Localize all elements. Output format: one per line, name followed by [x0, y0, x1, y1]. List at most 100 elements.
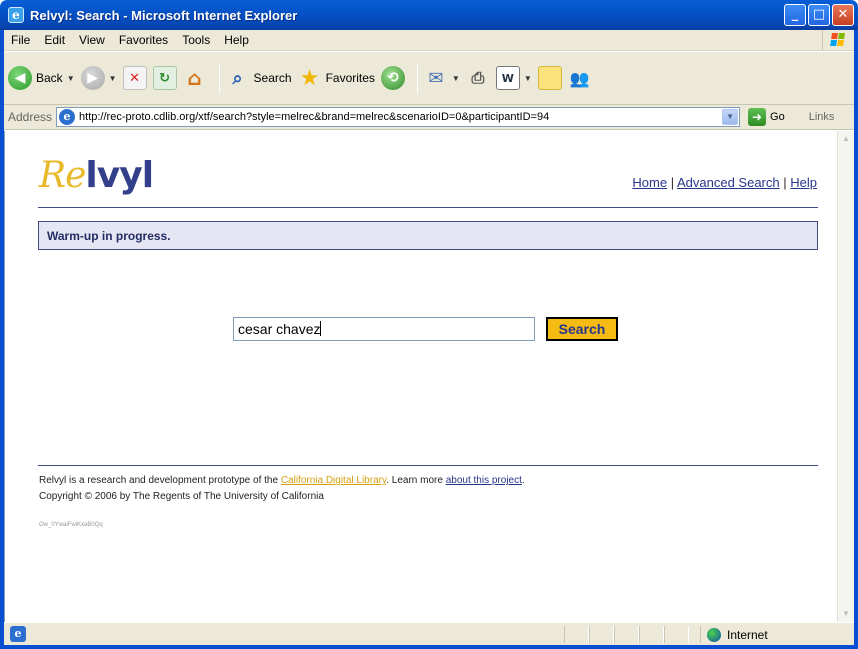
window-title: Relvyl: Search - Microsoft Internet Expl…	[30, 7, 298, 23]
page-status-icon: e	[10, 626, 26, 642]
window-controls: _ □ ✕	[784, 4, 854, 26]
messenger-icon: 👥	[569, 68, 590, 88]
search-input-value: cesar chavez	[238, 321, 321, 337]
go-arrow-icon: ➜	[748, 108, 767, 126]
menu-bar: File Edit View Favorites Tools Help	[4, 30, 854, 51]
page-icon: e	[59, 109, 76, 125]
go-label: Go	[770, 111, 785, 123]
address-dropdown-icon[interactable]: ▼	[722, 109, 739, 125]
status-pane	[664, 626, 689, 643]
forward-dropdown-icon[interactable]: ▼	[109, 74, 117, 83]
toolbar-separator	[416, 63, 418, 93]
advanced-search-link[interactable]: Advanced Search	[677, 175, 780, 190]
status-bar: e Internet	[4, 622, 854, 645]
discuss-button[interactable]	[537, 58, 562, 98]
menu-edit[interactable]: Edit	[37, 33, 72, 47]
mail-icon: ✉	[428, 67, 444, 89]
edit-dropdown-icon[interactable]: ▼	[524, 74, 532, 83]
text-caret	[320, 321, 322, 336]
menu-view[interactable]: View	[72, 33, 112, 47]
relvyl-logo[interactable]: Relvyl	[39, 155, 154, 196]
messenger-button[interactable]: 👥	[568, 58, 592, 98]
nav-separator: |	[783, 175, 787, 190]
about-project-link[interactable]: about this project	[446, 475, 522, 486]
address-url: http://rec-proto.cdlib.org/xtf/search?st…	[79, 111, 550, 123]
note-icon	[537, 66, 562, 90]
refresh-button[interactable]: ↻	[152, 58, 177, 98]
history-icon: ⟲	[380, 66, 405, 90]
mail-button[interactable]: ✉ ▼	[424, 58, 460, 98]
magnifier-icon: ⌕	[232, 67, 243, 89]
scroll-up-icon[interactable]: ▲	[838, 131, 854, 147]
globe-icon	[707, 627, 721, 642]
toolbar-separator	[218, 63, 220, 93]
status-panes	[564, 626, 689, 643]
nav-separator: |	[670, 175, 675, 190]
printer-icon: ⎙	[471, 68, 485, 87]
ie-icon: e	[8, 7, 24, 23]
logo-suffix: lvyl	[85, 155, 154, 196]
standard-toolbar: ◀ Back ▼ ▶ ▼ ✕ ↻ ⌂ ⌕ Search ★ Favorites …	[4, 51, 854, 105]
back-dropdown-icon[interactable]: ▼	[67, 74, 75, 83]
status-pane	[614, 626, 639, 643]
top-nav: Home | Advanced Search | Help	[632, 175, 817, 190]
back-button[interactable]: ◀ Back ▼	[8, 58, 75, 98]
menu-tools[interactable]: Tools	[175, 33, 217, 47]
footer-rule	[38, 465, 818, 466]
scroll-down-icon[interactable]: ▼	[838, 606, 854, 622]
vertical-scrollbar[interactable]: ▲ ▼	[837, 131, 854, 622]
address-bar: Address e http://rec-proto.cdlib.org/xtf…	[4, 105, 854, 130]
logo-prefix: Re	[39, 155, 86, 196]
search-input[interactable]: cesar chavez	[233, 317, 535, 341]
search-toolbar-button[interactable]: ⌕ Search	[226, 58, 292, 98]
mail-dropdown-icon[interactable]: ▼	[452, 74, 460, 83]
cdl-link[interactable]: California Digital Library	[281, 475, 386, 486]
menu-help[interactable]: Help	[217, 33, 256, 47]
history-button[interactable]: ⟲	[380, 58, 405, 98]
footer-text: . Learn more	[386, 475, 446, 486]
header-rule	[38, 207, 818, 208]
favorites-label: Favorites	[325, 71, 375, 85]
help-link[interactable]: Help	[790, 175, 817, 190]
home-icon: ⌂	[187, 66, 202, 90]
stop-button[interactable]: ✕	[122, 58, 147, 98]
footer: Relvyl is a research and development pro…	[39, 473, 525, 505]
home-button[interactable]: ⌂	[183, 58, 207, 98]
security-zone[interactable]: Internet	[700, 626, 768, 643]
favorites-button[interactable]: ★ Favorites	[298, 58, 375, 98]
word-icon: W	[495, 66, 520, 90]
title-bar[interactable]: e Relvyl: Search - Microsoft Internet Ex…	[0, 0, 858, 30]
footer-line-1: Relvyl is a research and development pro…	[39, 473, 525, 489]
search-toolbar-label: Search	[253, 71, 292, 85]
windows-logo-icon	[822, 30, 852, 50]
forward-arrow-icon: ▶	[80, 66, 105, 90]
window-frame-right	[854, 30, 858, 649]
star-icon: ★	[299, 65, 320, 91]
address-label: Address	[8, 110, 53, 124]
zone-label: Internet	[727, 627, 768, 642]
copyright: Copyright © 2006 by The Regents of The U…	[39, 491, 324, 502]
status-pane	[564, 626, 589, 643]
footer-text: Relvyl is a research and development pro…	[39, 475, 281, 486]
footer-text: .	[521, 475, 525, 486]
home-link[interactable]: Home	[632, 175, 667, 190]
minimize-button[interactable]: _	[784, 4, 806, 26]
back-arrow-icon: ◀	[8, 66, 32, 90]
edit-button[interactable]: W ▼	[495, 58, 532, 98]
search-button[interactable]: Search	[546, 317, 618, 341]
menu-file[interactable]: File	[4, 33, 37, 47]
stop-icon: ✕	[122, 66, 147, 90]
status-pane	[589, 626, 614, 643]
refresh-icon: ↻	[152, 66, 177, 90]
forward-button[interactable]: ▶ ▼	[80, 58, 117, 98]
links-button[interactable]: Links	[809, 111, 835, 123]
print-button[interactable]: ⎙	[466, 58, 490, 98]
go-button[interactable]: ➜ Go	[748, 108, 785, 126]
menu-favorites[interactable]: Favorites	[112, 33, 175, 47]
address-input[interactable]: e http://rec-proto.cdlib.org/xtf/search?…	[56, 107, 741, 127]
back-label: Back	[36, 71, 63, 85]
status-pane	[639, 626, 664, 643]
close-button[interactable]: ✕	[832, 4, 854, 26]
maximize-button[interactable]: □	[808, 4, 830, 26]
session-code: Ow_0YwaiFwiKxaB0Qq	[39, 522, 103, 528]
